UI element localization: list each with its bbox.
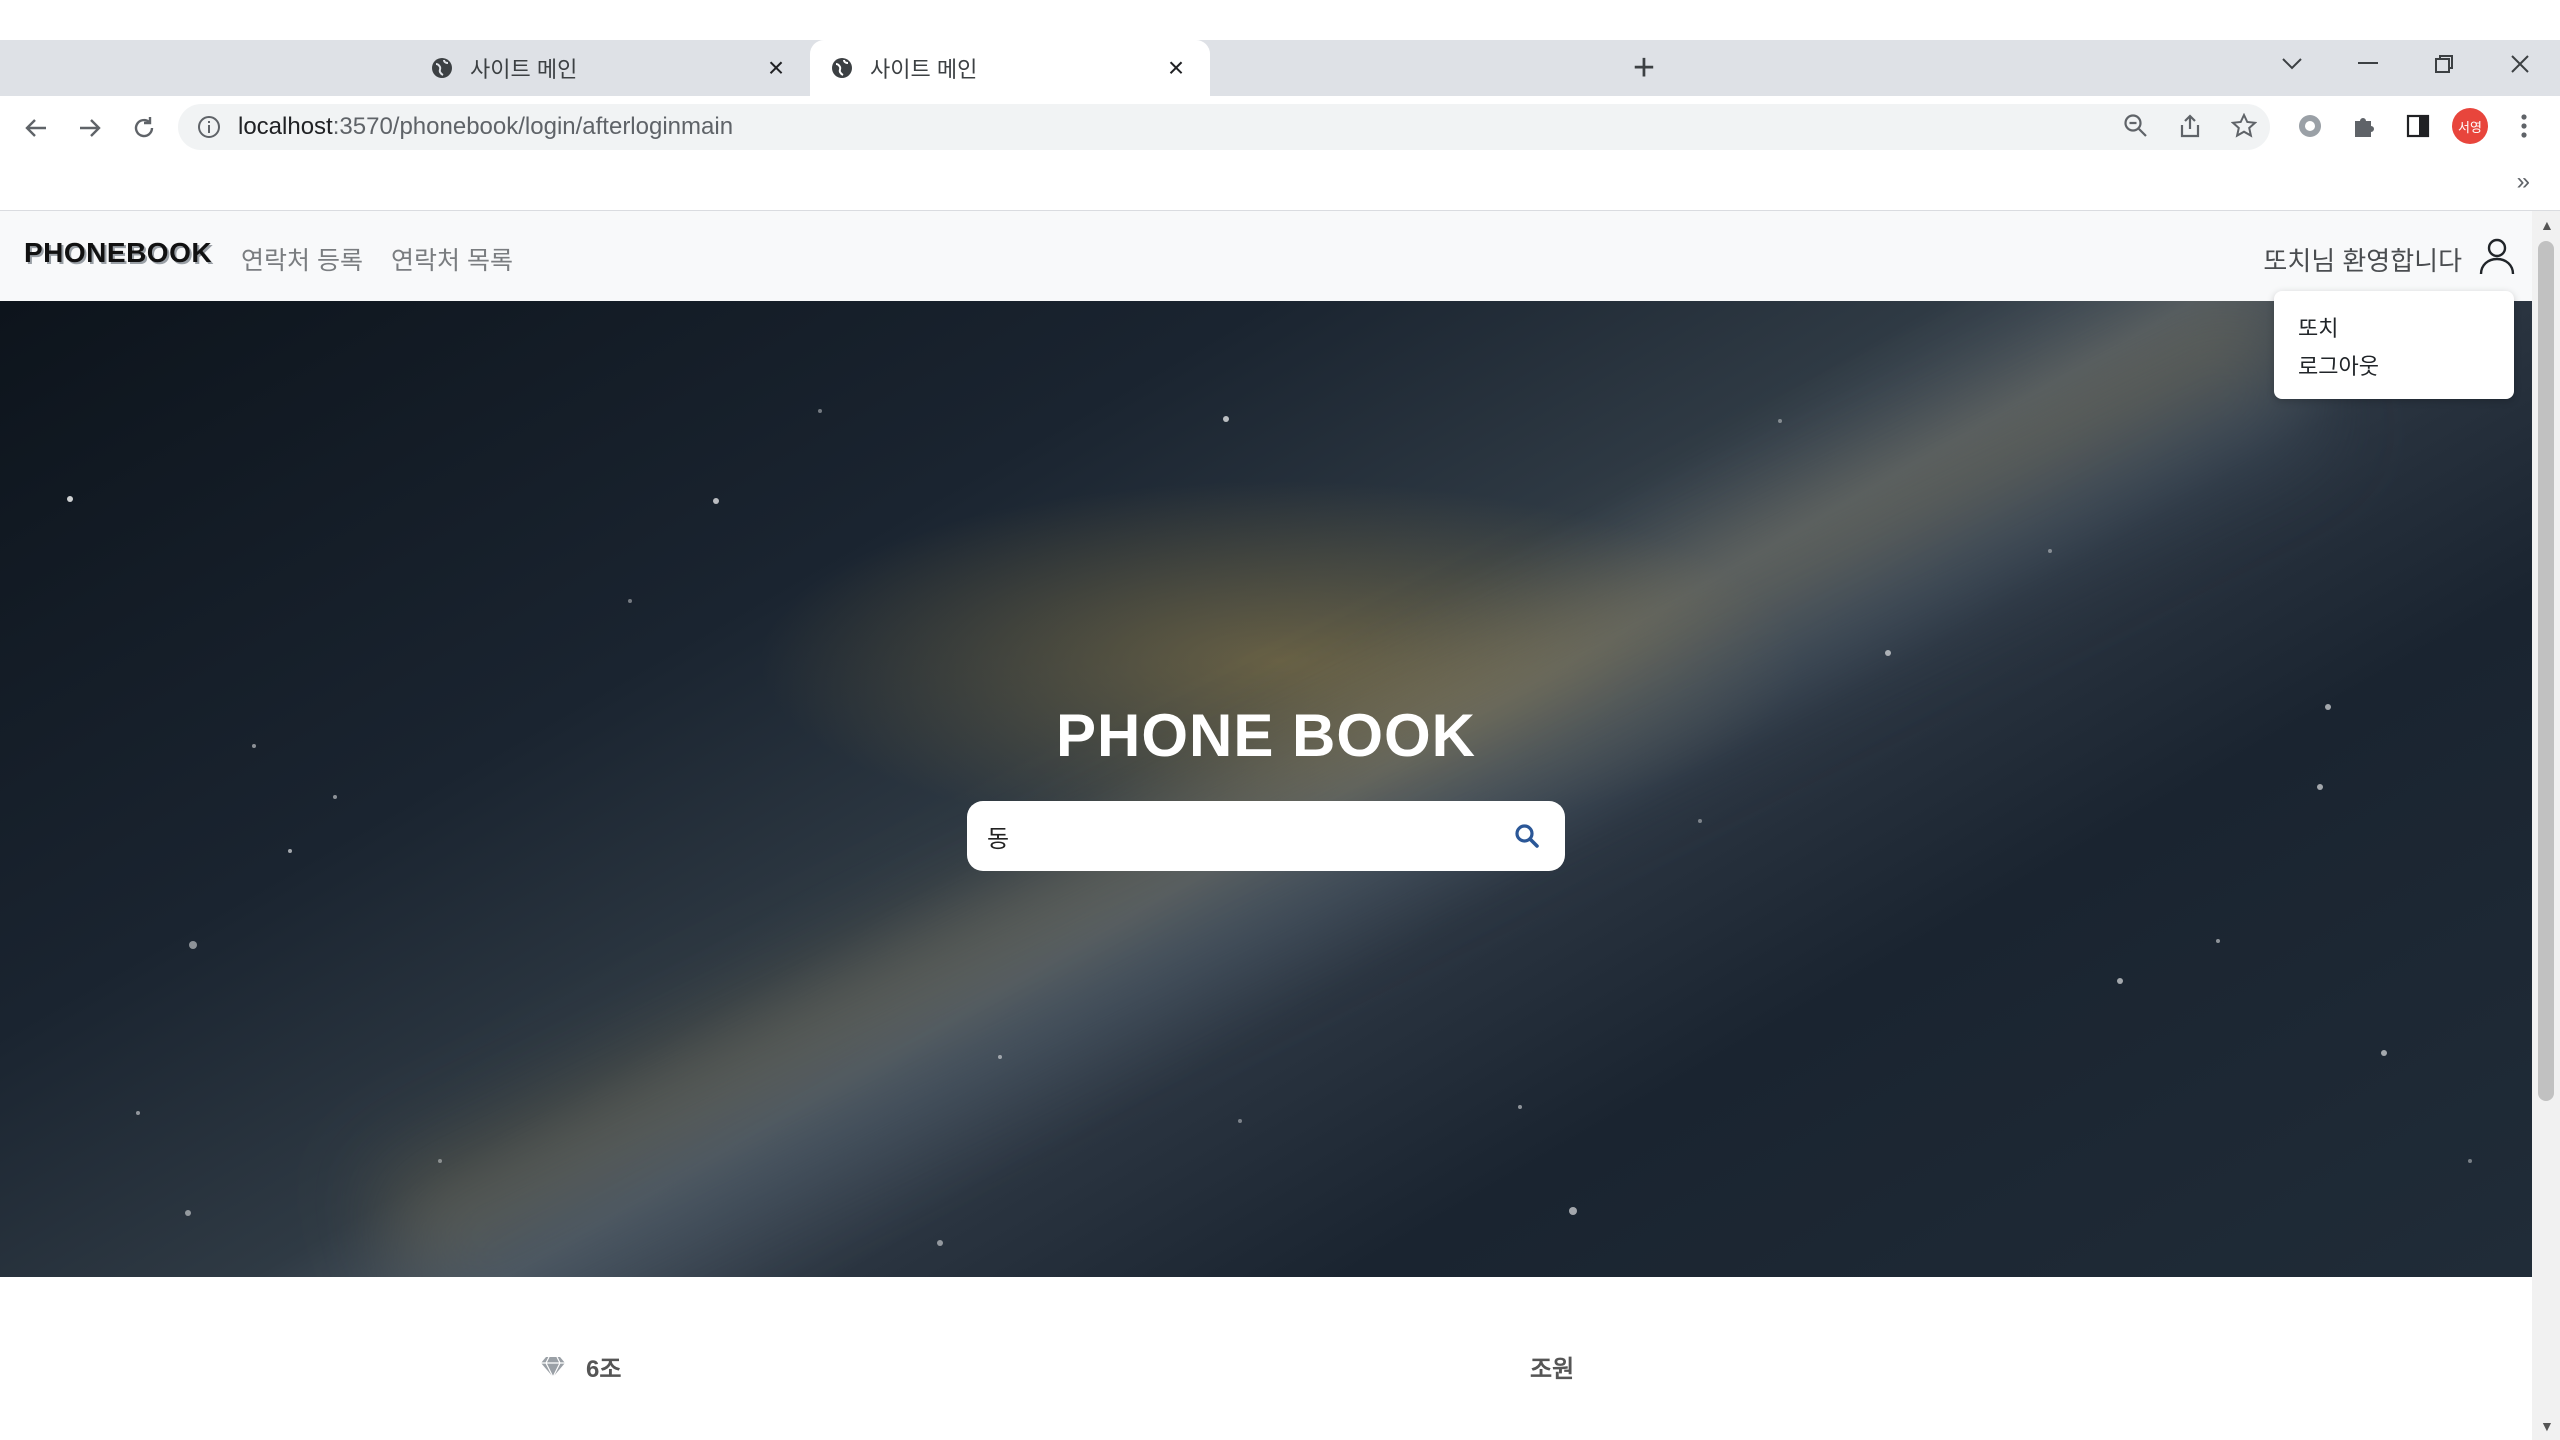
nav-link-register[interactable]: 연락처 등록 (241, 241, 363, 277)
search-input[interactable]: 동 (987, 819, 1509, 854)
search-button[interactable] (1509, 818, 1545, 854)
profile-avatar[interactable]: 서영 (2452, 108, 2488, 144)
hero-banner: PHONE BOOK 동 (0, 301, 2532, 1277)
forward-icon[interactable] (68, 106, 112, 150)
bookmark-star-icon[interactable] (2224, 106, 2264, 146)
team-info-section: 6조 조원 (0, 1277, 2532, 1440)
new-tab-button[interactable]: + (1620, 47, 1668, 89)
window-top-strip (0, 0, 2560, 40)
tab-search-icon[interactable] (2268, 40, 2316, 88)
hero-title: PHONE BOOK (1055, 702, 1477, 769)
brand-logo[interactable]: PHONEBOOK (24, 237, 212, 269)
scrollbar-thumb[interactable] (2538, 241, 2554, 1101)
url-text: localhost:3570/phonebook/login/afterlogi… (238, 113, 734, 140)
team-label: 6조 (540, 1349, 621, 1384)
page-scrollbar[interactable]: ▲ ▼ (2532, 211, 2560, 1440)
side-panel-icon[interactable] (2398, 106, 2438, 146)
tab-active[interactable]: 사이트 메인 × (810, 40, 1210, 96)
globe-icon (832, 58, 852, 78)
search-box[interactable]: 동 (967, 801, 1565, 871)
dropdown-item-username[interactable]: 또치 (2298, 311, 2338, 343)
tab-title: 사이트 메인 (470, 57, 578, 82)
tab-title: 사이트 메인 (870, 57, 978, 82)
user-icon[interactable] (2476, 235, 2518, 277)
close-tab-icon[interactable]: × (1162, 52, 1190, 83)
share-icon[interactable] (2170, 106, 2210, 146)
members-label: 조원 (1530, 1356, 1575, 1383)
menu-kebab-icon[interactable] (2504, 106, 2544, 146)
site-info-icon[interactable] (196, 114, 222, 140)
welcome-text: 또치님 환영합니다 (2263, 246, 2462, 276)
dropdown-item-logout[interactable]: 로그아웃 (2298, 349, 2379, 381)
restore-icon[interactable] (2420, 40, 2468, 88)
globe-icon (432, 58, 452, 78)
page-viewport: PHONEBOOK 연락처 등록 연락처 목록 또치님 환영합니다 PHONE … (0, 211, 2532, 1440)
tab-bar: 사이트 메인 × 사이트 메인 × (0, 40, 2560, 96)
gem-icon (541, 1356, 565, 1378)
reload-icon[interactable] (122, 106, 166, 150)
bookmarks-bar: » (0, 158, 2560, 211)
team-name: 6조 (586, 1356, 622, 1383)
extensions-puzzle-icon[interactable] (2344, 106, 2384, 146)
extension-gear-icon[interactable] (2290, 106, 2330, 146)
bookmarks-overflow-icon[interactable]: » (2517, 168, 2530, 196)
scroll-down-icon[interactable]: ▼ (2540, 1418, 2554, 1434)
close-tab-icon[interactable]: × (762, 52, 790, 83)
zoom-icon[interactable] (2116, 106, 2156, 146)
close-window-icon[interactable] (2496, 40, 2544, 88)
nav-link-list[interactable]: 연락처 목록 (391, 241, 513, 277)
search-icon (1515, 824, 1539, 848)
address-bar[interactable]: localhost:3570/phonebook/login/afterlogi… (178, 104, 2270, 150)
back-icon[interactable] (14, 106, 58, 150)
scroll-up-icon[interactable]: ▲ (2540, 217, 2554, 233)
minimize-icon[interactable] (2344, 40, 2392, 88)
tab-inactive[interactable]: 사이트 메인 × (410, 40, 810, 96)
site-navbar: PHONEBOOK 연락처 등록 연락처 목록 또치님 환영합니다 (0, 211, 2532, 301)
starfield (67, 409, 2472, 1246)
user-dropdown-menu: 또치 로그아웃 (2274, 291, 2514, 399)
